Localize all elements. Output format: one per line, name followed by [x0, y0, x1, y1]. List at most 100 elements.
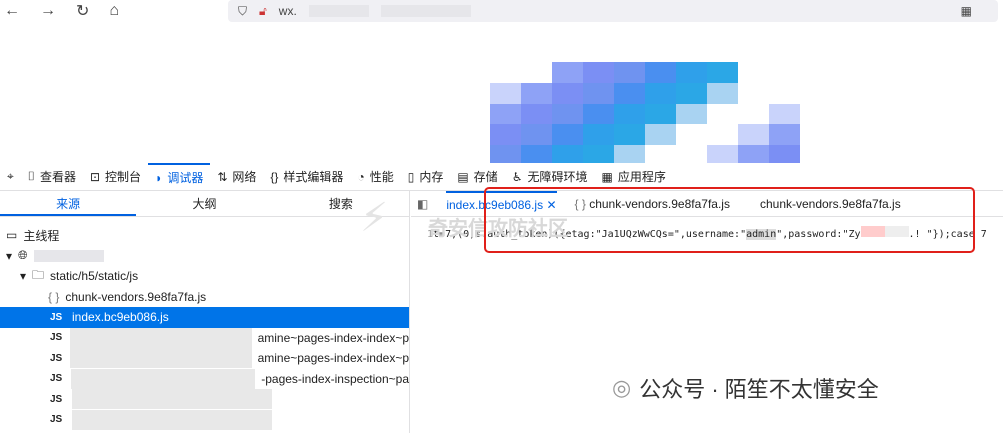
mosaic-cell: [707, 62, 738, 83]
mosaic-cell: [583, 62, 614, 83]
tab-outline[interactable]: 大纲: [136, 191, 272, 216]
mosaic-cell: [552, 62, 583, 83]
tree-file-chunk[interactable]: { } chunk-vendors.9e8fa7fa.js: [0, 287, 409, 308]
mosaic-cell: [521, 62, 552, 83]
watermark-account: ◎ 公众号 · 陌笙不太懂安全: [612, 375, 879, 402]
mosaic-cell: [645, 124, 676, 146]
mosaic-cell: [645, 103, 676, 125]
accessibility-icon: ♿︎: [511, 169, 523, 184]
tree-domain[interactable]: ▾ 🌐︎: [0, 246, 409, 267]
mosaic-cell: [769, 62, 800, 83]
performance-icon: ◔: [357, 169, 365, 184]
js-icon: JS: [50, 311, 63, 323]
url-bar[interactable]: ⛉ 🔓︎ wx. ▦: [228, 0, 998, 22]
tree-file-index[interactable]: JS index.bc9eb086.js: [0, 307, 409, 328]
memory-icon: ▯: [407, 169, 415, 184]
mosaic-cell: [738, 62, 769, 83]
js-icon: JS: [50, 332, 63, 344]
mosaic-cell: [583, 82, 614, 104]
browser-nav: ← → ↻ ⌂: [0, 0, 220, 22]
console-icon: ⊡: [89, 169, 101, 184]
tree-file[interactable]: JS amine~pages-index-index~p: [0, 327, 409, 349]
no-lock-icon: 🔓︎: [259, 3, 267, 18]
tree-file[interactable]: JS: [0, 409, 409, 431]
js-icon: JS: [50, 414, 63, 426]
tree-file[interactable]: JS amine~pages-index-index~p: [0, 348, 409, 369]
mosaic-cell: [676, 124, 707, 146]
tree-file[interactable]: JS: [0, 389, 409, 410]
url-blurred: [308, 5, 369, 17]
mosaic-cell: [583, 124, 614, 146]
filename-blurred: [72, 409, 272, 430]
mosaic-cell: [552, 124, 583, 146]
js-icon: JS: [50, 373, 63, 385]
url-text: wx.: [278, 4, 297, 18]
mosaic-cell: [738, 82, 769, 104]
mosaic-cell: [645, 82, 676, 104]
mosaic-cell: [614, 62, 645, 83]
devtools-tab-performance[interactable]: ◔ 性能: [350, 163, 400, 190]
home-icon[interactable]: ⌂: [109, 2, 119, 20]
mosaic-cell: [521, 124, 552, 146]
tree-folder[interactable]: ▾ 🗀 static/h5/static/js: [0, 266, 409, 287]
inspector-icon: ⌷: [27, 169, 35, 183]
tab-sources[interactable]: 来源: [0, 191, 137, 216]
highlight-box: [484, 187, 975, 253]
watermark-logo: ⚡︎: [360, 196, 389, 240]
js-icon: JS: [50, 352, 63, 364]
tree-file[interactable]: JS -pages-index-inspection~pa: [0, 368, 409, 390]
devtools-tab-inspector[interactable]: ⌷ 查看器: [21, 163, 83, 190]
filename-blurred: [70, 368, 256, 389]
mosaic-cell: [707, 82, 738, 104]
mosaic-cell: [490, 62, 521, 83]
wechat-icon: ◎: [612, 375, 632, 400]
back-icon[interactable]: ←: [4, 2, 20, 20]
forward-icon[interactable]: →: [40, 2, 56, 20]
reload-icon[interactable]: ↻: [76, 1, 89, 21]
devtools-tab-storage[interactable]: ▤ 存储: [450, 163, 504, 190]
devtools-tab-application[interactable]: ▦ 应用程序: [594, 163, 672, 190]
tree-main-thread[interactable]: ▭ 主线程: [0, 225, 409, 246]
filename-blurred: [72, 389, 272, 410]
mosaic-cell: [645, 62, 676, 83]
mosaic-cell: [769, 103, 800, 125]
devtools-tab-console[interactable]: ⊡ 控制台: [83, 163, 148, 190]
picker-icon[interactable]: ⌖: [0, 163, 21, 190]
mosaic-cell: [490, 82, 521, 104]
application-icon: ▦: [601, 169, 613, 184]
mosaic-cell: [521, 82, 552, 104]
style-icon: {}: [270, 169, 279, 184]
mosaic-cell: [707, 124, 738, 146]
mosaic-cell: [552, 82, 583, 104]
devtools-tab-accessibility[interactable]: ♿︎ 无障碍环境: [505, 163, 595, 190]
sidebar-toggle-icon[interactable]: ◧: [417, 197, 428, 211]
mosaic-cell: [769, 82, 800, 104]
mosaic-cell: [769, 124, 800, 146]
url-blurred: [380, 5, 471, 17]
filename-blurred: [70, 348, 252, 369]
blurred-image: [490, 62, 800, 166]
devtools-tab-network[interactable]: ⇅ 网络: [210, 163, 263, 190]
mosaic-cell: [738, 124, 769, 146]
storage-icon: ▤: [457, 169, 469, 184]
js-icon: JS: [50, 393, 63, 405]
mosaic-cell: [583, 103, 614, 125]
expand-icon: ▾: [20, 269, 27, 284]
devtools-tab-debugger[interactable]: ◗ 调试器: [148, 163, 211, 190]
domain-blurred: [33, 249, 104, 262]
braces-icon: { }: [48, 289, 60, 304]
mosaic-cell: [676, 82, 707, 104]
shield-icon: ⛉: [238, 3, 248, 18]
mosaic-cell: [738, 103, 769, 125]
mosaic-cell: [614, 124, 645, 146]
expand-icon: ▾: [6, 248, 13, 263]
mosaic-cell: [707, 103, 738, 125]
tab-search[interactable]: 搜索: [273, 191, 409, 216]
devtools-tab-memory[interactable]: ▯ 内存: [401, 163, 451, 190]
mosaic-cell: [614, 103, 645, 125]
devtools-tab-style[interactable]: {} 样式编辑器: [263, 163, 350, 190]
qr-icon[interactable]: ▦: [961, 4, 972, 18]
mosaic-cell: [676, 103, 707, 125]
window-icon: ▭: [6, 228, 18, 243]
globe-icon: 🌐︎: [18, 248, 28, 263]
